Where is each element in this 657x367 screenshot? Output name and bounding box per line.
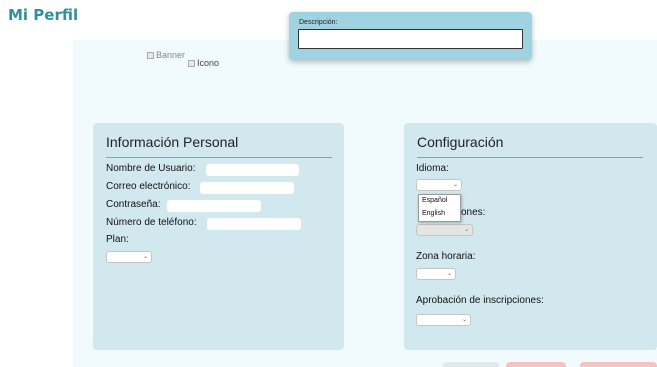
email-label: Correo electrónico: <box>106 181 191 192</box>
bottom-button-2[interactable] <box>506 362 566 367</box>
timezone-label: Zona horaria: <box>416 251 476 262</box>
chevron-down-icon: ⌄ <box>142 254 148 260</box>
language-option-espanol[interactable]: Español <box>422 197 447 204</box>
banner-alt-text: Banner <box>156 50 186 60</box>
page-title: Mi Perfil <box>8 6 79 24</box>
settings-divider <box>417 157 643 158</box>
language-dropdown-list: Español English <box>418 194 461 222</box>
banner-image: Banner <box>147 50 185 60</box>
bottom-button-1[interactable] <box>443 362 499 367</box>
personal-info-card: Información Personal Nombre de Usuario: … <box>93 123 344 350</box>
icon-alt-text: Icono <box>197 58 220 68</box>
profile-page: Mi Perfil Banner Icono Descripción: Info… <box>0 0 657 367</box>
bottom-button-3[interactable] <box>580 362 657 367</box>
profile-icon-image[interactable]: Icono <box>188 58 219 68</box>
timezone-select[interactable]: ⌄ <box>416 268 456 280</box>
plan-label: Plan: <box>106 234 129 245</box>
language-select[interactable]: ⌄ <box>416 179 462 191</box>
phone-label: Número de teléfono: <box>106 217 197 228</box>
password-label: Contraseña: <box>106 199 161 210</box>
chevron-down-icon: ⌄ <box>452 182 458 188</box>
personal-info-divider <box>106 157 332 158</box>
broken-image-icon <box>188 59 195 67</box>
broken-image-icon <box>147 51 154 59</box>
username-label: Nombre de Usuario: <box>106 163 196 174</box>
description-input[interactable] <box>298 29 523 49</box>
enrollment-approval-label: Aprobación de inscripciones: <box>416 295 544 306</box>
chevron-down-icon: ⌄ <box>446 271 452 277</box>
plan-select[interactable]: ⌄ <box>106 251 152 263</box>
description-popup: Descripción: <box>289 12 532 60</box>
password-field[interactable] <box>167 200 261 212</box>
phone-field[interactable] <box>207 218 301 230</box>
chevron-down-icon: ⌄ <box>463 227 469 233</box>
username-field[interactable] <box>206 164 299 176</box>
notifications-label: ones: <box>461 207 486 218</box>
chevron-down-icon: ⌄ <box>461 317 467 323</box>
settings-card: Configuración Idioma: ⌄ ones: ⌄ Zona hor… <box>404 123 657 350</box>
language-option-english[interactable]: English <box>422 210 445 217</box>
email-field[interactable] <box>200 182 294 194</box>
language-label: Idioma: <box>416 163 449 174</box>
settings-title: Configuración <box>417 134 504 150</box>
notifications-select[interactable]: ⌄ <box>416 224 473 236</box>
personal-info-title: Información Personal <box>106 134 239 150</box>
description-label: Descripción: <box>299 19 338 26</box>
enrollment-approval-select[interactable]: ⌄ <box>416 314 471 326</box>
